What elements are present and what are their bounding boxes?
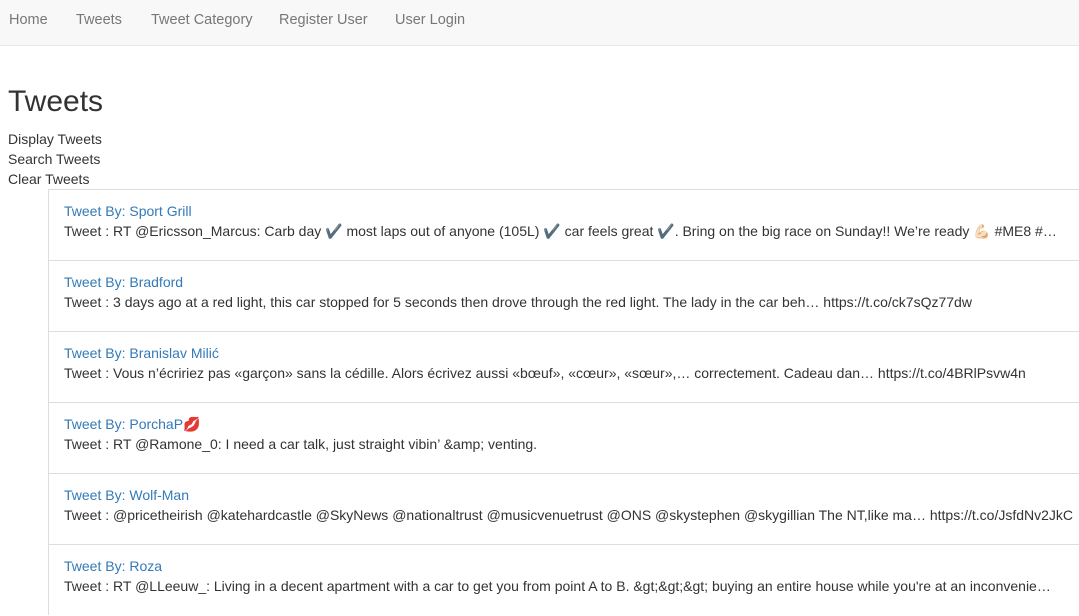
top-navbar: Home Tweets Tweet Category Register User…: [0, 0, 1079, 46]
tweet-item: Tweet By: Branislav Milić Tweet : Vous n…: [48, 331, 1079, 402]
tweet-author-link[interactable]: Tweet By: Bradford: [64, 274, 183, 290]
nav-tweets-link[interactable]: Tweets: [76, 12, 122, 28]
tweet-author-link[interactable]: Tweet By: Sport Grill: [64, 203, 192, 219]
tweet-item: Tweet By: Bradford Tweet : 3 days ago at…: [48, 260, 1079, 331]
nav-home-link[interactable]: Home: [9, 12, 48, 28]
tweet-author-link[interactable]: Tweet By: Wolf-Man: [64, 487, 189, 503]
tweet-text: Tweet : RT @Ericsson_Marcus: Carb day ✔️…: [64, 223, 1057, 239]
clear-tweets-link[interactable]: Clear Tweets: [8, 171, 89, 187]
tweet-item: Tweet By: PorchaP💋 Tweet : RT @Ramone_0:…: [48, 402, 1079, 473]
page-title: Tweets: [8, 85, 104, 118]
tweet-text: Tweet : @pricetheirish @katehardcastle @…: [64, 507, 1074, 523]
nav-tweet-category-link[interactable]: Tweet Category: [151, 12, 253, 28]
tweet-text: Tweet : 3 days ago at a red light, this …: [64, 294, 972, 310]
display-tweets-link[interactable]: Display Tweets: [8, 131, 102, 147]
tweet-item: Tweet By: Sport Grill Tweet : RT @Ericss…: [48, 189, 1079, 260]
tweet-item: Tweet By: Wolf-Man Tweet : @pricetheiris…: [48, 473, 1079, 544]
tweet-list: Tweet By: Sport Grill Tweet : RT @Ericss…: [48, 189, 1079, 615]
tweet-author-link[interactable]: Tweet By: Roza: [64, 558, 162, 574]
tweet-item: Tweet By: Roza Tweet : RT @LLeeuw_: Livi…: [48, 544, 1079, 615]
tweet-text: Tweet : Vous n’écririez pas «garçon» san…: [64, 365, 1026, 381]
nav-register-user-link[interactable]: Register User: [279, 12, 368, 28]
tweet-author-link[interactable]: Tweet By: Branislav Milić: [64, 345, 219, 361]
search-tweets-link[interactable]: Search Tweets: [8, 151, 100, 167]
tweet-text: Tweet : RT @Ramone_0: I need a car talk,…: [64, 436, 538, 452]
nav-user-login-link[interactable]: User Login: [395, 12, 465, 28]
tweet-author-link[interactable]: Tweet By: PorchaP💋: [64, 416, 201, 432]
tweet-text: Tweet : RT @LLeeuw_: Living in a decent …: [64, 578, 1051, 594]
